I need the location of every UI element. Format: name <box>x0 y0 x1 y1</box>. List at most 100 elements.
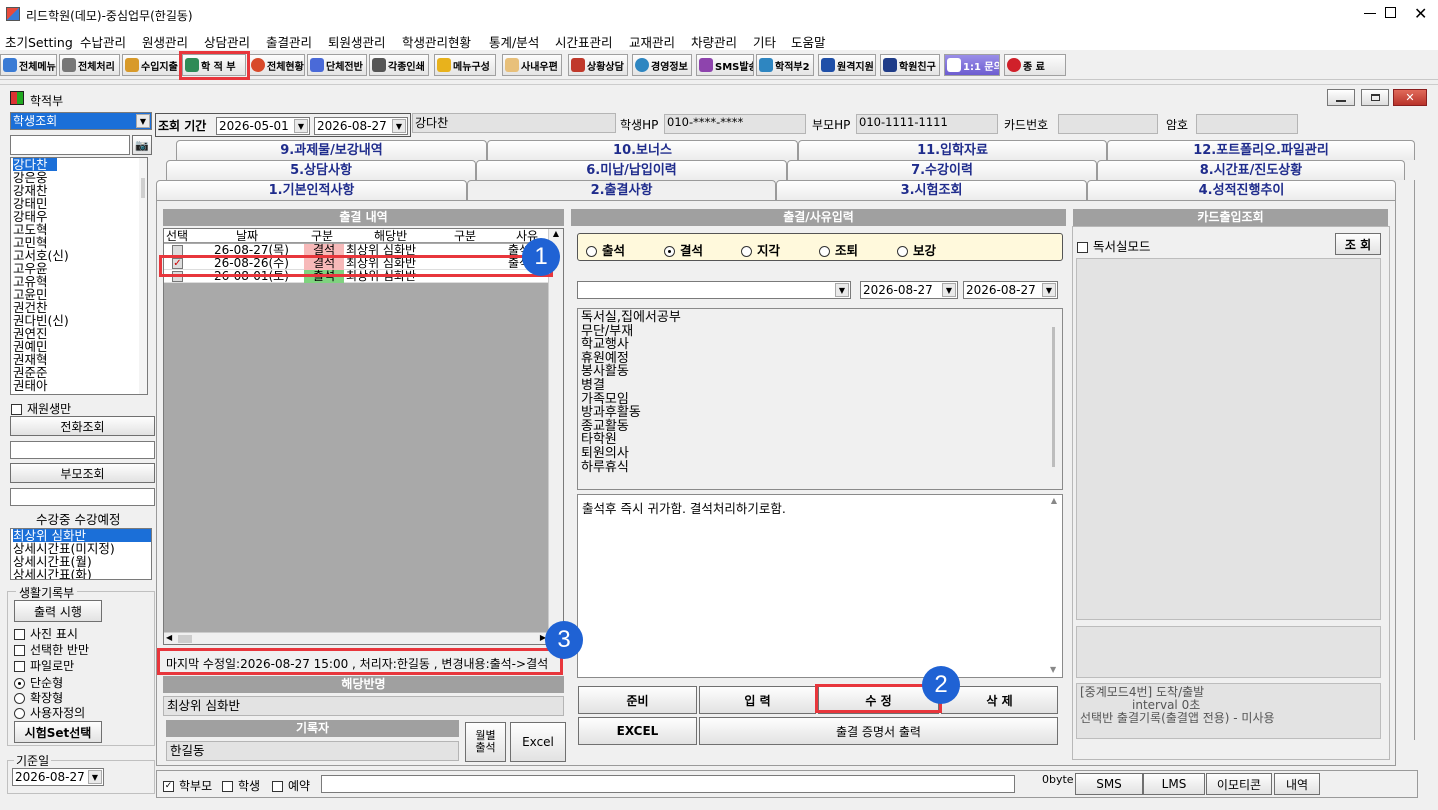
history-button[interactable]: 내역 <box>1274 773 1320 795</box>
toolbar-student-record2-button[interactable]: 학적부2 <box>756 54 814 76</box>
toolbar-overview-button[interactable]: 전체현황 <box>248 54 305 76</box>
status-radio-1[interactable]: 결석 <box>664 240 703 259</box>
reason-list-item[interactable]: 종교활동 <box>581 420 1062 434</box>
student-list-item[interactable]: 권태아 <box>13 379 147 392</box>
tab-attendance[interactable]: 2.출결사항 <box>467 180 776 200</box>
close-icon[interactable]: ✕ <box>1414 4 1427 23</box>
custom-radio[interactable]: 사용자정의 <box>14 704 85 721</box>
scroll-left-icon[interactable]: ◀ <box>166 633 172 642</box>
maximize-icon[interactable] <box>1385 7 1396 18</box>
sms-send-button[interactable]: SMS <box>1075 773 1143 795</box>
reserve-checkbox[interactable]: 예약 <box>272 777 310 794</box>
reason-list-item[interactable]: 하루휴식 <box>581 461 1062 475</box>
status-radio-0[interactable]: 출석 <box>586 240 625 259</box>
photo-checkbox[interactable]: 사진 표시 <box>14 625 78 642</box>
memo-scrollbar[interactable]: ▲ ▼ <box>1047 496 1061 676</box>
tab-bonus[interactable]: 10.보너스 <box>487 140 798 160</box>
input-button[interactable]: 입 력 <box>699 686 816 714</box>
window-maximize-button[interactable] <box>1361 89 1389 106</box>
date1-select[interactable]: 2026-08-27 ▼ <box>860 281 958 299</box>
print-run-button[interactable]: 출력 시행 <box>14 600 102 622</box>
toolbar-sms-button[interactable]: SMS발송 <box>696 54 754 76</box>
tab-counsel[interactable]: 5.상담사항 <box>166 160 476 180</box>
memo-textarea[interactable]: 출석후 즉시 귀가함. 결석처리하기로함. <box>577 494 1063 678</box>
menu-help[interactable]: 도움말 <box>791 32 826 51</box>
reason-list-item[interactable]: 학교행사 <box>581 338 1062 352</box>
menu-vehicle[interactable]: 차량관리 <box>691 32 737 51</box>
menu-withdrawn[interactable]: 퇴원생관리 <box>328 32 386 51</box>
scroll-up-icon[interactable]: ▲ <box>549 229 563 238</box>
camera-icon[interactable]: 📷 <box>132 135 152 155</box>
tab-basic-info[interactable]: 1.기본인적사항 <box>156 180 467 200</box>
reason-list-item[interactable]: 방과후활동 <box>581 406 1062 420</box>
menu-payment[interactable]: 수납관리 <box>80 32 126 51</box>
toolbar-management-info-button[interactable]: 경영정보 <box>632 54 692 76</box>
menu-statistics[interactable]: 통계/분석 <box>489 32 539 51</box>
enrolled-only-checkbox[interactable]: 재원생만 <box>11 400 71 417</box>
reason-list-item[interactable]: 무단/부재 <box>581 325 1062 339</box>
parent-checkbox[interactable]: ✓ 학부모 <box>163 777 212 794</box>
card-lookup-button[interactable]: 조 회 <box>1335 233 1381 255</box>
toolbar-inquiry-button[interactable]: 1:1 문의 <box>944 54 1000 76</box>
toolbar-group-button[interactable]: 단체전반 <box>307 54 367 76</box>
menu-timetable[interactable]: 시간표관리 <box>555 32 613 51</box>
minimize-icon[interactable] <box>1364 13 1376 14</box>
scroll-up-icon[interactable]: ▲ <box>1047 496 1061 505</box>
student-list-scrollbar[interactable] <box>139 158 147 394</box>
student-checkbox[interactable]: 학생 <box>222 777 260 794</box>
monthly-attendance-button[interactable]: 월별 출석 <box>465 722 506 762</box>
window-minimize-button[interactable] <box>1327 89 1355 106</box>
reading-room-checkbox[interactable]: 독서실모드 <box>1077 236 1151 255</box>
window-close-button[interactable]: ✕ <box>1393 89 1427 106</box>
phone-input[interactable] <box>10 441 155 459</box>
reason-list-scrollbar[interactable] <box>1047 309 1062 489</box>
toolbar-income-button[interactable]: 수입지출 <box>122 54 180 76</box>
reason-select[interactable]: ▼ <box>577 281 851 299</box>
toolbar-all-menu-button[interactable]: 전체메뉴 <box>0 54 57 76</box>
emoticon-button[interactable]: 이모티콘 <box>1206 773 1272 795</box>
toolbar-exit-button[interactable]: 종 료 <box>1004 54 1066 76</box>
reason-list-item[interactable]: 퇴원의사 <box>581 447 1062 461</box>
attendance-vscroll[interactable]: ▲ <box>548 229 563 632</box>
tab-exam[interactable]: 3.시험조회 <box>776 180 1087 200</box>
search-mode-select[interactable]: 학생조회 ▼ <box>10 112 152 130</box>
reason-list-item[interactable]: 독서실,집에서공부 <box>581 311 1062 325</box>
file-only-checkbox[interactable]: 파일로만 <box>14 657 74 674</box>
toolbar-friend-button[interactable]: 학원친구 <box>880 54 940 76</box>
selected-class-checkbox[interactable]: 선택한 반만 <box>14 641 89 658</box>
toolbar-print-button[interactable]: 각종인쇄 <box>369 54 429 76</box>
certificate-print-button[interactable]: 출결 증명서 출력 <box>699 717 1058 745</box>
tab-timetable[interactable]: 8.시간표/진도상황 <box>1097 160 1405 180</box>
status-radio-4[interactable]: 보강 <box>897 240 936 259</box>
tab-assignments[interactable]: 9.과제물/보강내역 <box>176 140 487 160</box>
parent-input[interactable] <box>10 488 155 506</box>
student-search-input[interactable] <box>10 135 130 155</box>
toolbar-menu-config-button[interactable]: 메뉴구성 <box>434 54 496 76</box>
message-input[interactable] <box>321 775 1015 793</box>
toolbar-mail-button[interactable]: 사내우편 <box>502 54 562 76</box>
menu-counsel[interactable]: 상담관리 <box>204 32 250 51</box>
tab-admission[interactable]: 11.입학자료 <box>798 140 1107 160</box>
status-radio-3[interactable]: 조퇴 <box>819 240 858 259</box>
attendance-hscroll[interactable]: ◀ ▶ <box>164 632 548 644</box>
reason-list-item[interactable]: 휴원예정 <box>581 352 1062 366</box>
tab-unpaid[interactable]: 6.미납/납입이력 <box>476 160 787 180</box>
menu-student-status[interactable]: 학생관리현황 <box>402 32 471 51</box>
test-set-button[interactable]: 시험Set선택 <box>14 721 102 743</box>
date-to-select[interactable]: 2026-08-27 ▼ <box>314 117 408 135</box>
toolbar-remote-support-button[interactable]: 원격지원 <box>818 54 876 76</box>
excel-button[interactable]: Excel <box>510 722 566 762</box>
reason-list-item[interactable]: 봉사활동 <box>581 365 1062 379</box>
status-radio-2[interactable]: 지각 <box>741 240 780 259</box>
parent-lookup-button[interactable]: 부모조회 <box>10 463 155 483</box>
tab-portfolio[interactable]: 12.포트폴리오.파일관리 <box>1107 140 1415 160</box>
reason-list-item[interactable]: 타학원 <box>581 433 1062 447</box>
tab-grade-trend[interactable]: 4.성적진행추이 <box>1087 180 1396 200</box>
scroll-down-icon[interactable]: ▼ <box>1050 665 1056 674</box>
reason-list[interactable]: 독서실,집에서공부 무단/부재 학교행사 휴원예정 봉사활동 병결 가족모임 방과후활동 종교활… <box>577 308 1063 490</box>
lms-send-button[interactable]: LMS <box>1143 773 1205 795</box>
toolbar-batch-button[interactable]: 전체처리 <box>59 54 120 76</box>
menu-etc[interactable]: 기타 <box>753 32 776 51</box>
menu-attendance[interactable]: 출결관리 <box>266 32 312 51</box>
prepare-button[interactable]: 준비 <box>578 686 697 714</box>
